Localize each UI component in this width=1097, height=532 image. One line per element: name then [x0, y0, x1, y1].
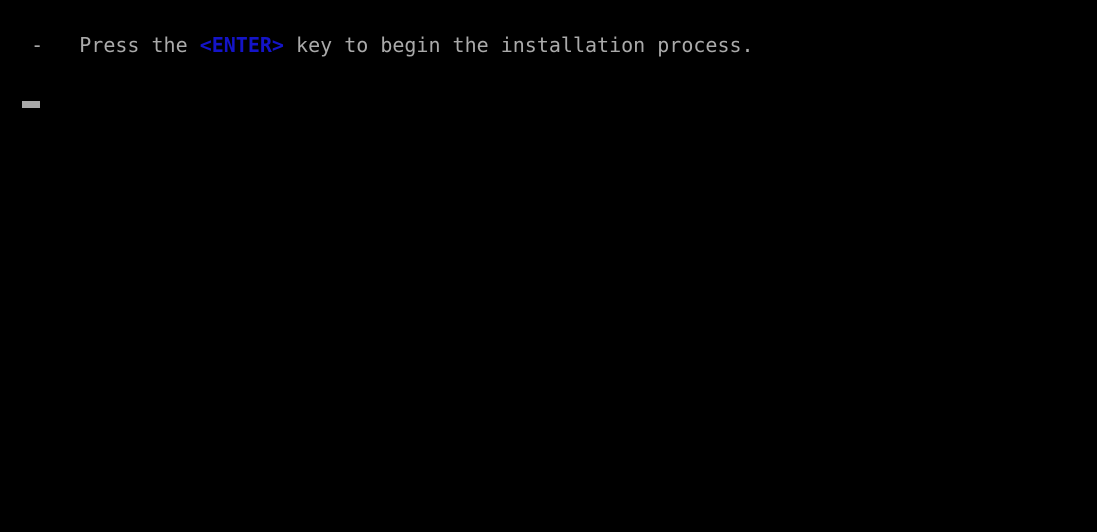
instruction-gap: [43, 33, 79, 57]
text-console-screen[interactable]: - Press the <ENTER> key to begin the ins…: [0, 0, 1097, 532]
enter-key-label[interactable]: <ENTER>: [200, 33, 284, 57]
instruction-text-after-key: key to begin the installation process.: [283, 33, 754, 57]
instruction-text-before-key: Press the: [79, 33, 200, 57]
bullet-dash: -: [31, 33, 44, 57]
instruction-indent: [7, 33, 31, 57]
console-blank-region: [0, 120, 1097, 532]
block-cursor: [22, 101, 40, 108]
installation-instruction-line: - Press the <ENTER> key to begin the ins…: [7, 31, 754, 60]
